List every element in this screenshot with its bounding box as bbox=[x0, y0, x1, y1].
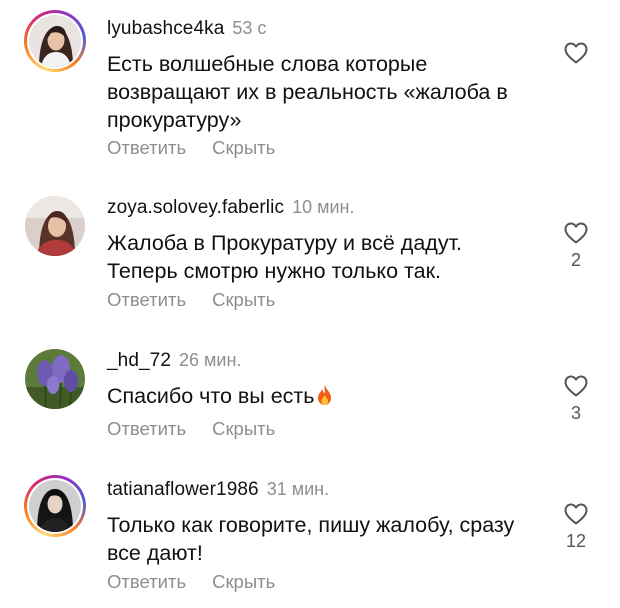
avatar[interactable] bbox=[24, 195, 86, 257]
comment-meta: zoya.solovey.faberlic 10 мин. bbox=[107, 196, 354, 219]
like-area: 2 bbox=[558, 222, 594, 271]
comment-username[interactable]: zoya.solovey.faberlic bbox=[107, 197, 284, 218]
comment-text: Есть волшебные слова которые возвращают … bbox=[107, 52, 508, 132]
comment-time: 31 мин. bbox=[266, 479, 330, 499]
comment-time: 10 мин. bbox=[292, 197, 355, 217]
avatar-image bbox=[25, 349, 85, 409]
hide-button[interactable]: Скрыть bbox=[212, 571, 275, 592]
comment-time: 53 с bbox=[232, 18, 267, 38]
comment-text-content: Спасибо что вы есть bbox=[107, 384, 315, 408]
comment-username[interactable]: tatianaflower1986 bbox=[107, 479, 259, 500]
like-count: 12 bbox=[565, 531, 587, 551]
comment-username[interactable]: lyubashce4ka bbox=[107, 18, 224, 39]
like-area: 3 bbox=[558, 375, 594, 424]
fire-emoji-icon bbox=[318, 385, 332, 405]
like-area bbox=[558, 42, 594, 64]
like-count: 2 bbox=[570, 250, 581, 270]
comment-meta: lyubashce4ka 53 с bbox=[107, 17, 266, 40]
like-area: 12 bbox=[558, 503, 594, 552]
comment-username[interactable]: _hd_72 bbox=[107, 350, 171, 371]
reply-button[interactable]: Ответить bbox=[107, 571, 186, 592]
comment-time: 26 мин. bbox=[179, 350, 242, 370]
avatar-image bbox=[29, 15, 81, 67]
comment-actions: Ответить Скрыть bbox=[107, 571, 275, 593]
like-count: 3 bbox=[570, 403, 581, 423]
reply-button[interactable]: Ответить bbox=[107, 137, 186, 158]
avatar[interactable] bbox=[24, 475, 86, 537]
comment-text: Спасибо что вы есть bbox=[107, 382, 537, 410]
avatar-image bbox=[25, 196, 85, 256]
comment-actions: Ответить Скрыть bbox=[107, 137, 275, 159]
comment-actions: Ответить Скрыть bbox=[107, 418, 275, 440]
comment-meta: _hd_72 26 мин. bbox=[107, 349, 241, 372]
hide-button[interactable]: Скрыть bbox=[212, 137, 275, 158]
heart-outline-icon[interactable] bbox=[564, 222, 588, 244]
comment-meta: tatianaflower1986 31 мин. bbox=[107, 478, 329, 501]
heart-outline-icon[interactable] bbox=[564, 42, 588, 64]
comment-text: Жалоба в Прокуратуру и всё дадут. Теперь… bbox=[107, 231, 463, 283]
avatar[interactable] bbox=[24, 348, 86, 410]
reply-button[interactable]: Ответить bbox=[107, 289, 186, 310]
comment-actions: Ответить Скрыть bbox=[107, 289, 275, 311]
comment-text: Только как говорите, пишу жалобу, сразу … bbox=[107, 513, 515, 565]
reply-button[interactable]: Ответить bbox=[107, 418, 186, 439]
avatar[interactable] bbox=[24, 10, 86, 72]
avatar-image bbox=[29, 480, 81, 532]
hide-button[interactable]: Скрыть bbox=[212, 289, 275, 310]
hide-button[interactable]: Скрыть bbox=[212, 418, 275, 439]
heart-outline-icon[interactable] bbox=[564, 375, 588, 397]
heart-outline-icon[interactable] bbox=[564, 503, 588, 525]
